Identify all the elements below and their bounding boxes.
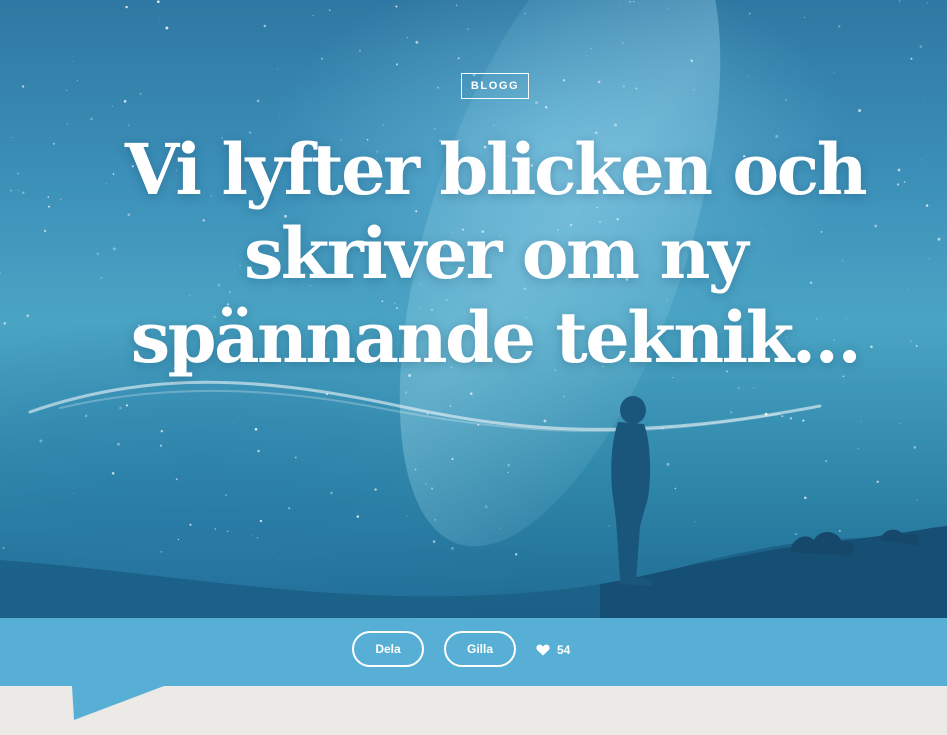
like-counter: 54 (536, 642, 570, 658)
hero-banner: BLOGG Vi lyfter blicken och skriver om n… (0, 0, 947, 618)
like-count-value: 54 (557, 643, 571, 657)
page-title: Vi lyfter blicken och skriver om ny spän… (124, 128, 868, 379)
action-bar: Dela Gilla 54 (0, 618, 947, 686)
comment-bubble-pointer (72, 686, 164, 720)
heart-icon (536, 644, 550, 656)
like-button[interactable]: Gilla (444, 631, 516, 667)
category-tag[interactable]: BLOGG (461, 73, 529, 99)
share-button[interactable]: Dela (352, 631, 424, 667)
